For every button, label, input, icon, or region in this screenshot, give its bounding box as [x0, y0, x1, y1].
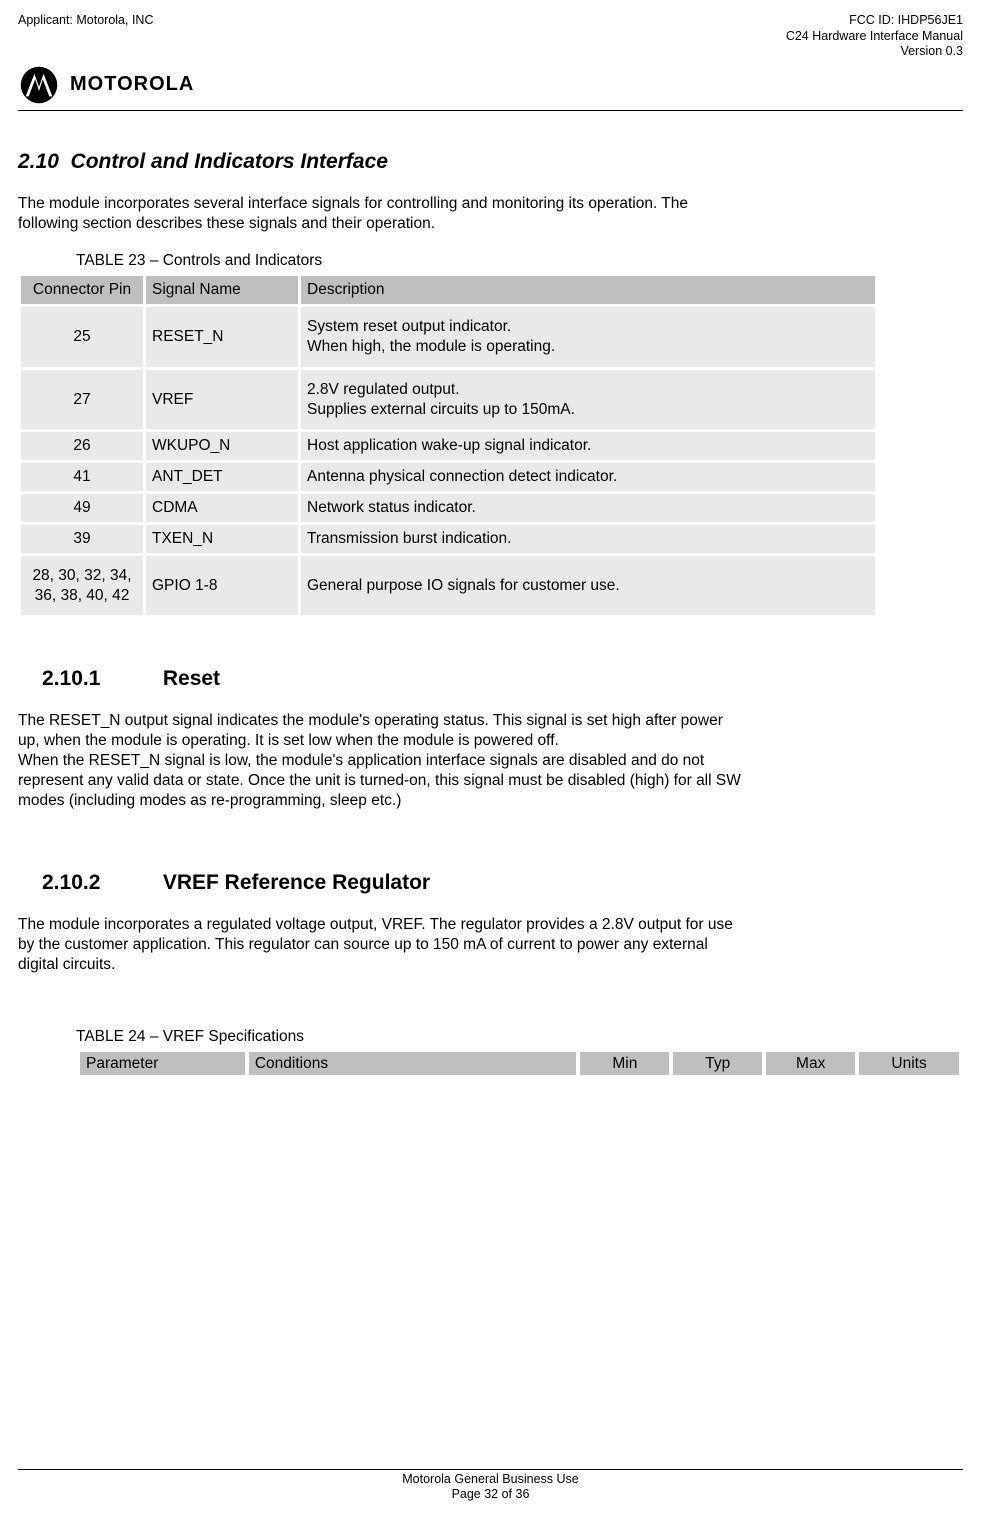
table-row: 26 WKUPO_N Host application wake-up sign… [21, 432, 875, 460]
vref-p1: The module incorporates a regulated volt… [18, 915, 963, 935]
fcc-id: FCC ID: IHDP56JE1 [786, 13, 963, 29]
t23-signal: GPIO 1-8 [146, 556, 298, 616]
t24-head-max: Max [766, 1052, 855, 1076]
t23-desc: 2.8V regulated output.Supplies external … [301, 370, 875, 430]
t23-signal: VREF [146, 370, 298, 430]
table24-caption: TABLE 24 – VREF Specifications [76, 1027, 963, 1047]
subsection-title: VREF Reference Regulator [163, 871, 430, 894]
motorola-logo-icon [20, 66, 58, 104]
reset-p4: represent any valid data or state. Once … [18, 771, 963, 791]
vref-p2: by the customer application. This regula… [18, 935, 963, 955]
table-vref-spec: Parameter Conditions Min Typ Max Units [76, 1048, 963, 1080]
table-row: 41 ANT_DET Antenna physical connection d… [21, 463, 875, 491]
reset-p3: When the RESET_N signal is low, the modu… [18, 751, 963, 771]
t23-signal: ANT_DET [146, 463, 298, 491]
t23-head-desc: Description [301, 276, 875, 304]
vref-p3: digital circuits. [18, 955, 963, 975]
header-right: FCC ID: IHDP56JE1 C24 Hardware Interface… [786, 13, 963, 60]
page-footer: Motorola General Business Use Page 32 of… [18, 1472, 963, 1503]
t24-head-min: Min [580, 1052, 669, 1076]
t23-desc: Antenna physical connection detect indic… [301, 463, 875, 491]
t23-signal: WKUPO_N [146, 432, 298, 460]
subsection-title: Reset [163, 667, 220, 690]
t23-pin: 26 [21, 432, 143, 460]
footer-line-1: Motorola General Business Use [18, 1472, 963, 1488]
table-row: 39 TXEN_N Transmission burst indication. [21, 525, 875, 553]
manual-title: C24 Hardware Interface Manual [786, 29, 963, 45]
t24-head-conditions: Conditions [249, 1052, 577, 1076]
page: Applicant: Motorola, INC FCC ID: IHDP56J… [0, 0, 981, 1518]
t23-pin: 27 [21, 370, 143, 430]
t24-head-parameter: Parameter [80, 1052, 245, 1076]
section-heading: 2.10 Control and Indicators Interface [18, 149, 963, 176]
subsection-reset-heading: 2.10.1 Reset [42, 666, 963, 693]
table-row: 28, 30, 32, 34, 36, 38, 40, 42 GPIO 1-8 … [21, 556, 875, 616]
reset-p5: modes (including modes as re-programming… [18, 791, 963, 811]
table-controls-indicators: Connector Pin Signal Name Description 25… [18, 273, 878, 618]
table23-caption: TABLE 23 – Controls and Indicators [76, 251, 963, 271]
t23-signal: CDMA [146, 494, 298, 522]
t23-desc: Transmission burst indication. [301, 525, 875, 553]
t23-pin: 28, 30, 32, 34, 36, 38, 40, 42 [21, 556, 143, 616]
table23-header-row: Connector Pin Signal Name Description [21, 276, 875, 304]
t23-desc: System reset output indicator.When high,… [301, 307, 875, 367]
reset-p2: up, when the module is operating. It is … [18, 731, 963, 751]
t23-desc: Network status indicator. [301, 494, 875, 522]
header-divider [18, 110, 963, 111]
t23-pin: 39 [21, 525, 143, 553]
t23-desc: General purpose IO signals for customer … [301, 556, 875, 616]
table24-header-row: Parameter Conditions Min Typ Max Units [80, 1052, 959, 1076]
subsection-vref-heading: 2.10.2 VREF Reference Regulator [42, 870, 963, 897]
section-title-text: Control and Indicators Interface [71, 150, 388, 173]
intro-line-2: following section describes these signal… [18, 214, 963, 234]
section-number: 2.10 [18, 150, 59, 173]
t23-signal: TXEN_N [146, 525, 298, 553]
reset-p1: The RESET_N output signal indicates the … [18, 711, 963, 731]
t24-head-units: Units [859, 1052, 959, 1076]
footer-divider [18, 1469, 963, 1470]
subsection-number: 2.10.1 [42, 666, 157, 693]
t23-pin: 41 [21, 463, 143, 491]
motorola-wordmark: MOTOROLA [70, 72, 194, 98]
t23-desc: Host application wake-up signal indicato… [301, 432, 875, 460]
t23-pin: 25 [21, 307, 143, 367]
page-header: Applicant: Motorola, INC FCC ID: IHDP56J… [18, 13, 963, 60]
applicant-line: Applicant: Motorola, INC [18, 13, 153, 29]
t23-signal: RESET_N [146, 307, 298, 367]
table-row: 49 CDMA Network status indicator. [21, 494, 875, 522]
t24-head-typ: Typ [673, 1052, 762, 1076]
spacer [18, 975, 963, 1009]
table-row: 27 VREF 2.8V regulated output.Supplies e… [21, 370, 875, 430]
footer-line-2: Page 32 of 36 [18, 1487, 963, 1503]
t23-head-pin: Connector Pin [21, 276, 143, 304]
flex-spacer [18, 1079, 963, 1468]
intro-line-1: The module incorporates several interfac… [18, 194, 963, 214]
t23-pin: 49 [21, 494, 143, 522]
subsection-number: 2.10.2 [42, 870, 157, 897]
manual-version: Version 0.3 [786, 44, 963, 60]
table-row: 25 RESET_N System reset output indicator… [21, 307, 875, 367]
t23-head-signal: Signal Name [146, 276, 298, 304]
logo-row: MOTOROLA [20, 66, 963, 104]
